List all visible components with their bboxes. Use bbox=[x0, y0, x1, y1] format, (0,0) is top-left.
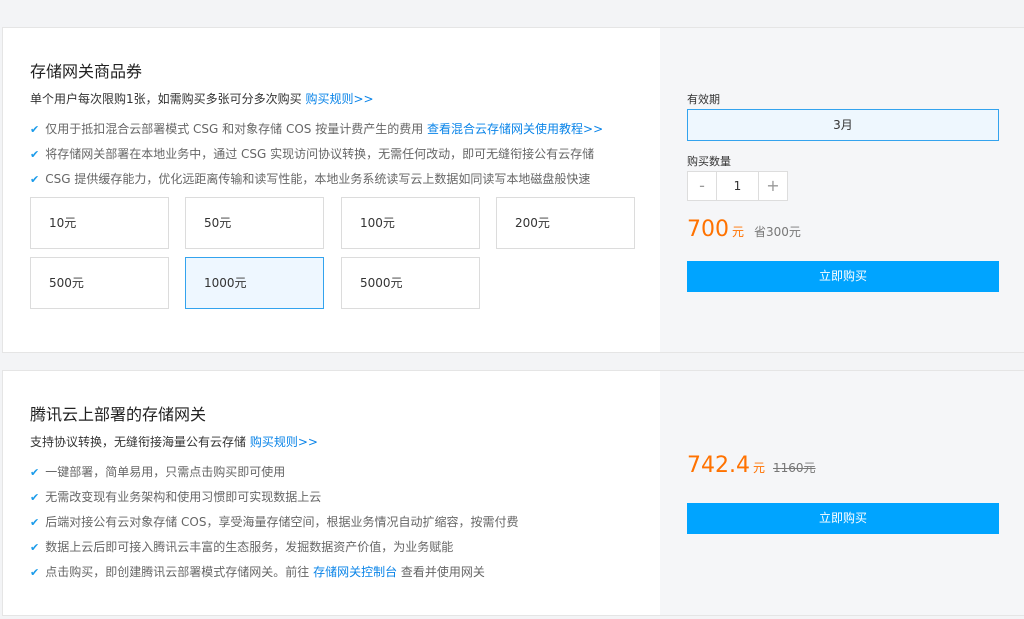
product-card-voucher: 存储网关商品券 单个用户每次限购1张，如需购买多张可分多次购买 购买规则>> ✔… bbox=[2, 27, 1024, 353]
product-desc: 单个用户每次限购1张，如需购买多张可分多次购买 购买规则>> bbox=[30, 90, 374, 107]
check-icon: ✔ bbox=[30, 541, 40, 554]
buy-now-button[interactable]: 立即购买 bbox=[687, 261, 999, 292]
check-icon: ✔ bbox=[30, 123, 40, 136]
price-unit: 元 bbox=[732, 225, 745, 239]
quantity-input[interactable]: 1 bbox=[717, 171, 758, 201]
purchase-limit-text: 单个用户每次限购1张，如需购买多张可分多次购买 bbox=[30, 92, 302, 106]
feature-item: ✔ 仅用于抵扣混合云部署模式 CSG 和对象存储 COS 按量计费产生的费用 查看… bbox=[30, 122, 604, 136]
check-icon: ✔ bbox=[30, 173, 40, 186]
product-title: 存储网关商品券 bbox=[30, 62, 143, 81]
validity-label: 有效期 bbox=[687, 93, 720, 106]
check-icon: ✔ bbox=[30, 566, 40, 579]
quantity-label: 购买数量 bbox=[687, 155, 731, 168]
voucher-option-1000[interactable]: 1000元 bbox=[185, 257, 324, 309]
check-icon: ✔ bbox=[30, 516, 40, 529]
buy-now-button[interactable]: 立即购买 bbox=[687, 503, 999, 534]
check-icon: ✔ bbox=[30, 148, 40, 161]
product-desc: 支持协议转换，无缝衔接海量公有云存储 购买规则>> bbox=[30, 433, 318, 450]
feature-item: ✔ 无需改变现有业务架构和使用习惯即可实现数据上云 bbox=[30, 490, 322, 504]
feature-item: ✔ 将存储网关部署在本地业务中，通过 CSG 实现访问协议转换，无需任何改动，即可… bbox=[30, 147, 595, 161]
product-info-panel: 腾讯云上部署的存储网关 支持协议转换，无缝衔接海量公有云存储 购买规则>> ✔ 一… bbox=[3, 371, 660, 615]
feature-item: ✔ 点击购买，即创建腾讯云部署模式存储网关。前往 存储网关控制台 查看并使用网关 bbox=[30, 565, 485, 579]
quantity-stepper: - 1 + bbox=[687, 171, 788, 201]
product-desc-text: 支持协议转换，无缝衔接海量公有云存储 bbox=[30, 435, 247, 449]
product-info-panel: 存储网关商品券 单个用户每次限购1张，如需购买多张可分多次购买 购买规则>> ✔… bbox=[3, 28, 660, 352]
quantity-plus-button[interactable]: + bbox=[758, 171, 788, 201]
purchase-panel: 742.4 元 1160元 立即购买 bbox=[660, 371, 1024, 615]
original-price: 1160元 bbox=[773, 461, 816, 475]
feature-item: ✔ 一键部署，简单易用，只需点击购买即可使用 bbox=[30, 465, 286, 479]
purchase-rules-link[interactable]: 购买规则>> bbox=[250, 435, 318, 449]
price-display: 700 元省300元 bbox=[687, 217, 801, 242]
savings-text: 省300元 bbox=[754, 225, 801, 239]
feature-item: ✔ CSG 提供缓存能力，优化远距离传输和读写性能，本地业务系统读写云上数据如同读… bbox=[30, 172, 591, 186]
voucher-option-5000[interactable]: 5000元 bbox=[341, 257, 480, 309]
check-icon: ✔ bbox=[30, 466, 40, 479]
price-value: 700 bbox=[687, 217, 729, 242]
voucher-option-200[interactable]: 200元 bbox=[496, 197, 635, 249]
price-unit: 元 bbox=[752, 461, 765, 475]
voucher-option-100[interactable]: 100元 bbox=[341, 197, 480, 249]
feature-item: ✔ 数据上云后即可接入腾讯云丰富的生态服务，发掘数据资产价值，为业务赋能 bbox=[30, 540, 454, 554]
price-value: 742.4 bbox=[687, 453, 750, 478]
csg-tutorial-link[interactable]: 查看混合云存储网关使用教程>> bbox=[427, 122, 603, 136]
quantity-minus-button[interactable]: - bbox=[687, 171, 717, 201]
gateway-console-link[interactable]: 存储网关控制台 bbox=[313, 565, 397, 579]
voucher-option-50[interactable]: 50元 bbox=[185, 197, 324, 249]
price-display: 742.4 元 1160元 bbox=[687, 453, 816, 478]
validity-option-3-months[interactable]: 3月 bbox=[687, 109, 999, 141]
voucher-option-500[interactable]: 500元 bbox=[30, 257, 169, 309]
voucher-option-10[interactable]: 10元 bbox=[30, 197, 169, 249]
check-icon: ✔ bbox=[30, 491, 40, 504]
feature-item: ✔ 后端对接公有云对象存储 COS，享受海量存储空间，根据业务情况自动扩缩容，按需… bbox=[30, 515, 519, 529]
product-title: 腾讯云上部署的存储网关 bbox=[30, 405, 207, 424]
purchase-panel: 有效期 3月 购买数量 - 1 + 700 元省300元 立即购买 bbox=[660, 28, 1024, 352]
product-card-cloud-gateway: 腾讯云上部署的存储网关 支持协议转换，无缝衔接海量公有云存储 购买规则>> ✔ 一… bbox=[2, 370, 1024, 616]
purchase-rules-link[interactable]: 购买规则>> bbox=[305, 92, 373, 106]
